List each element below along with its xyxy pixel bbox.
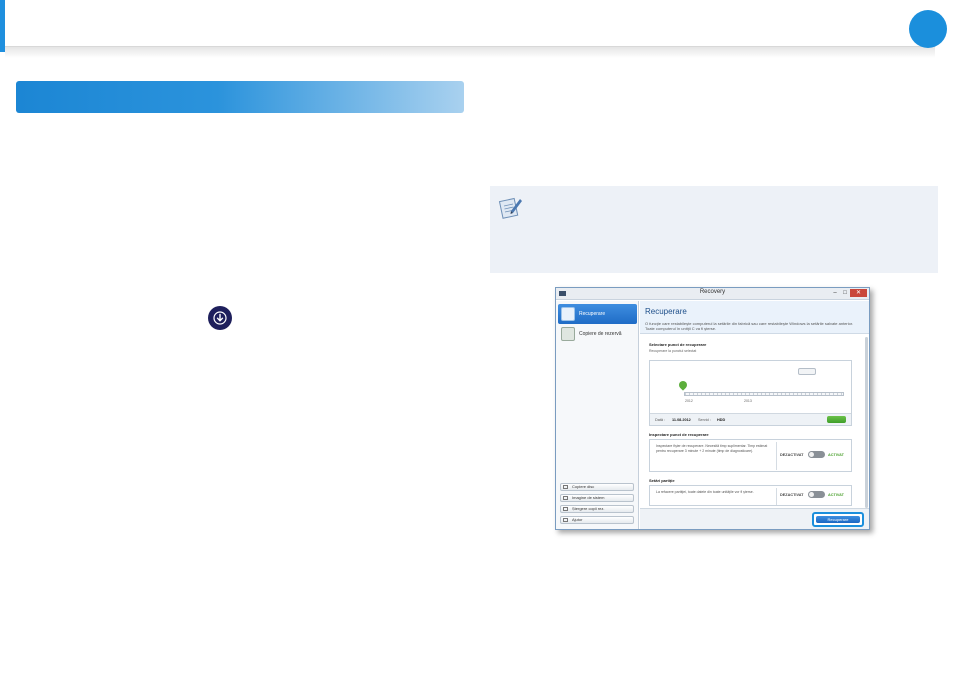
delete-backups-button[interactable]: Ștergere copii rez. bbox=[560, 505, 634, 513]
divider bbox=[776, 488, 777, 505]
note-pencil-icon bbox=[498, 194, 524, 220]
inspection-panel: Inspectare fişier de recuperare. Necesit… bbox=[649, 439, 852, 472]
sidebar-item-recovery[interactable]: Recuperare bbox=[558, 304, 637, 324]
toggle-knob bbox=[809, 492, 814, 497]
header-accent-bar bbox=[0, 0, 5, 52]
restore-point-marker[interactable] bbox=[677, 379, 689, 391]
minimize-icon[interactable]: – bbox=[830, 289, 840, 297]
sidebar-item-backup[interactable]: Copiere de rezervă bbox=[558, 324, 637, 344]
partition-on-label: ACTIVAT bbox=[828, 493, 844, 497]
date-label: Dată : bbox=[655, 418, 666, 422]
divider bbox=[776, 442, 777, 470]
restore-point-select-button[interactable] bbox=[827, 416, 846, 423]
partition-off-label: DEZACTIVAT bbox=[780, 493, 804, 497]
action-bar: Recuperare bbox=[640, 508, 869, 529]
sidebar-item-label: Copiere de rezervă bbox=[579, 331, 622, 337]
button-label: Ștergere copii rez. bbox=[572, 506, 605, 511]
main-header: Recuperare O funcţie care restabileşte c… bbox=[640, 301, 869, 334]
recover-button[interactable]: Recuperare bbox=[816, 516, 860, 523]
maximize-icon[interactable]: □ bbox=[840, 289, 850, 297]
header-divider bbox=[5, 46, 935, 58]
restore-point-heading: Selectare punct de recuperare bbox=[649, 342, 707, 347]
section-heading-bar bbox=[16, 81, 464, 113]
window-title: Recovery bbox=[699, 289, 726, 295]
button-label: Copiere disc bbox=[572, 484, 595, 489]
down-arrow-circle-icon bbox=[208, 306, 232, 330]
chapter-badge bbox=[909, 10, 947, 48]
image-icon bbox=[563, 496, 568, 500]
window-titlebar: Recovery – □ ✕ bbox=[556, 288, 869, 300]
manual-page: Recovery – □ ✕ Recuperare Copiere de rez… bbox=[0, 0, 954, 677]
restore-point-info: Dată : 11.08.2012 Servid : HDD bbox=[650, 413, 851, 425]
restore-point-panel: 2012 2013 Dată : 11.08.2012 Servid : HDD bbox=[649, 360, 852, 426]
recover-button-highlight: Recuperare bbox=[812, 512, 864, 527]
page-description: O funcţie care restabileşte computerul l… bbox=[645, 321, 854, 331]
help-icon bbox=[563, 518, 568, 522]
timeline-label-2013: 2013 bbox=[744, 399, 752, 403]
type-label: Servid : bbox=[698, 418, 711, 422]
sidebar-item-label: Recuperare bbox=[579, 311, 606, 317]
inspection-off-label: DEZACTIVAT bbox=[780, 453, 804, 457]
sidebar: Recuperare Copiere de rezervă Copiere di… bbox=[556, 301, 639, 529]
restore-point-tool-button[interactable] bbox=[798, 368, 816, 375]
recovery-icon bbox=[561, 307, 575, 321]
restore-point-subheading: Recuperare la punctul selectat bbox=[649, 349, 697, 353]
inspection-heading: Inspectare punct de recuperare bbox=[649, 432, 709, 437]
partition-toggle[interactable] bbox=[808, 491, 825, 498]
partition-panel: La refacere partiţiei, toate datele din … bbox=[649, 485, 852, 506]
button-label: Ajutor bbox=[572, 517, 583, 522]
disc-icon bbox=[563, 485, 568, 489]
inspection-toggle[interactable] bbox=[808, 451, 825, 458]
close-icon[interactable]: ✕ bbox=[850, 289, 867, 297]
date-value: 11.08.2012 bbox=[672, 418, 691, 422]
partition-text: La refacere partiţiei, toate datele din … bbox=[656, 490, 754, 494]
backup-disk-icon bbox=[561, 327, 575, 341]
button-label: Imagine de sistem bbox=[572, 495, 605, 500]
recovery-window: Recovery – □ ✕ Recuperare Copiere de rez… bbox=[555, 287, 870, 530]
timeline-label-2012: 2012 bbox=[685, 399, 693, 403]
inspection-on-label: ACTIVAT bbox=[828, 453, 844, 457]
system-image-button[interactable]: Imagine de sistem bbox=[560, 494, 634, 502]
delete-icon bbox=[563, 507, 568, 511]
copy-disc-button[interactable]: Copiere disc bbox=[560, 483, 634, 491]
help-button[interactable]: Ajutor bbox=[560, 516, 634, 524]
note-box bbox=[490, 186, 938, 273]
main-panel: Recuperare O funcţie care restabileşte c… bbox=[640, 301, 869, 529]
type-value: HDD bbox=[717, 418, 726, 422]
page-title: Recuperare bbox=[645, 307, 687, 316]
toggle-knob bbox=[809, 452, 814, 457]
scrollbar[interactable] bbox=[865, 337, 868, 508]
partition-heading: Setări partiţie bbox=[649, 478, 675, 483]
inspection-text: Inspectare fişier de recuperare. Necesit… bbox=[656, 444, 768, 453]
restore-timeline[interactable] bbox=[684, 392, 844, 396]
